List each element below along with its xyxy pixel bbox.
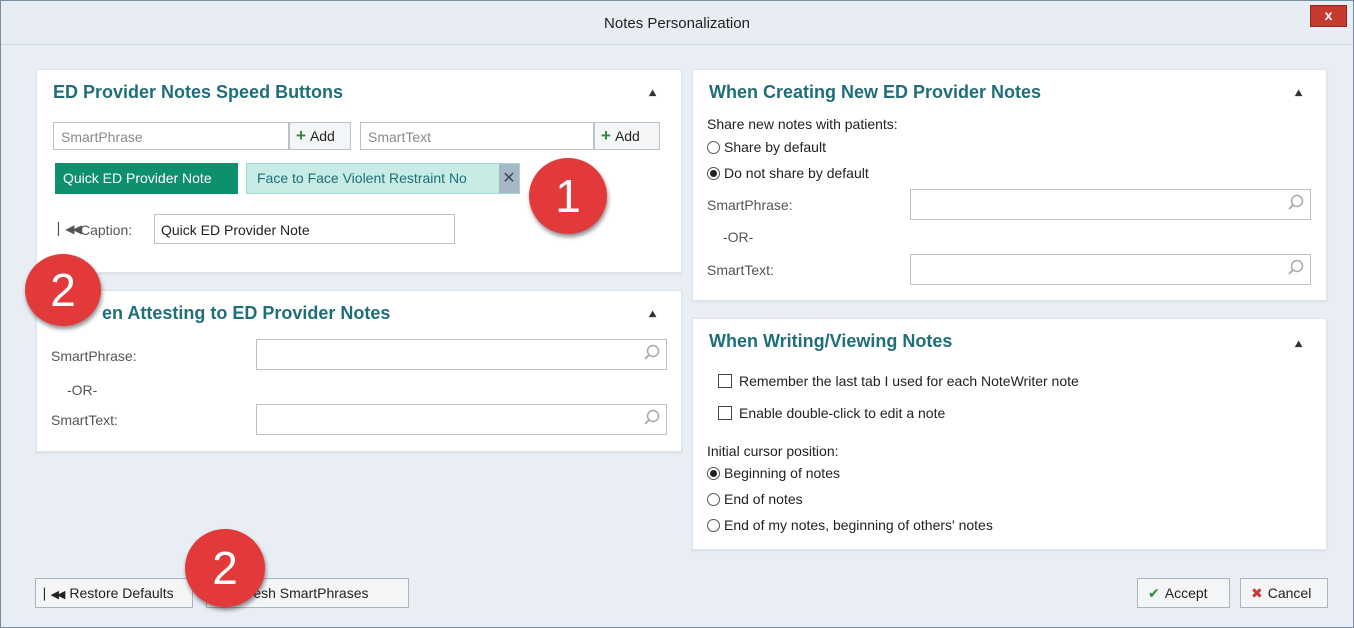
end-of-notes-radio[interactable]: [707, 493, 720, 506]
do-not-share-label[interactable]: Do not share by default: [724, 165, 869, 181]
title-bar: Notes Personalization x: [1, 1, 1353, 45]
search-icon[interactable]: [1286, 258, 1306, 278]
collapse-icon[interactable]: ⯅: [647, 307, 658, 321]
smartphrase-search-field[interactable]: [256, 339, 667, 370]
close-button[interactable]: x: [1310, 5, 1347, 27]
creating-notes-panel: When Creating New ED Provider Notes ⯅ Sh…: [692, 69, 1327, 301]
restore-defaults-button[interactable]: ▏◀◀ Restore Defaults: [35, 578, 193, 608]
remember-last-tab-label[interactable]: Remember the last tab I used for each No…: [739, 373, 1079, 389]
double-click-edit-label[interactable]: Enable double-click to edit a note: [739, 405, 945, 421]
speed-button-chip-selected[interactable]: Face to Face Violent Restraint No ✕: [246, 163, 520, 194]
end-of-my-notes-label[interactable]: End of my notes, beginning of others' no…: [724, 517, 993, 533]
accept-label: Accept: [1164, 585, 1208, 601]
add-smarttext-button[interactable]: + Add: [594, 122, 660, 150]
caption-input[interactable]: Quick ED Provider Note: [154, 214, 455, 244]
cancel-label: Cancel: [1267, 585, 1312, 601]
share-heading: Share new notes with patients:: [707, 116, 898, 132]
or-label: -OR-: [67, 382, 98, 398]
smartphrase-search-field[interactable]: [910, 189, 1311, 220]
beginning-of-notes-label[interactable]: Beginning of notes: [724, 465, 840, 481]
annotation-badge-2: 2: [25, 254, 101, 326]
smartphrase-input[interactable]: SmartPhrase: [53, 122, 289, 150]
speed-buttons-title: ED Provider Notes Speed Buttons: [53, 82, 344, 102]
restore-icon: ▏◀◀: [44, 589, 65, 601]
caption-label: Caption:: [80, 222, 133, 238]
end-of-my-notes-radio[interactable]: [707, 519, 720, 532]
plus-icon: +: [296, 126, 306, 145]
smarttext-label: SmartText:: [51, 412, 118, 428]
annotation-badge-2-bottom: 2: [185, 529, 265, 607]
add-label: Add: [309, 128, 335, 144]
smarttext-input[interactable]: SmartText: [360, 122, 594, 150]
remember-last-tab-checkbox[interactable]: [718, 374, 732, 388]
search-icon[interactable]: [642, 408, 662, 428]
chip-label: Face to Face Violent Restraint No: [257, 170, 467, 186]
share-by-default-label[interactable]: Share by default: [724, 139, 826, 155]
add-label: Add: [614, 128, 640, 144]
add-smartphrase-button[interactable]: + Add: [289, 122, 351, 150]
checkmark-icon: ✔: [1148, 585, 1160, 601]
end-of-notes-label[interactable]: End of notes: [724, 491, 803, 507]
caption-value: Quick ED Provider Note: [161, 222, 310, 238]
speed-button-chip[interactable]: Quick ED Provider Note: [55, 163, 238, 194]
or-label: -OR-: [723, 229, 754, 245]
share-by-default-radio[interactable]: [707, 141, 720, 154]
smartphrase-placeholder: SmartPhrase: [61, 129, 143, 145]
accept-button[interactable]: ✔ Accept: [1137, 578, 1230, 608]
smartphrase-label: SmartPhrase:: [51, 348, 137, 364]
smarttext-label: SmartText:: [707, 262, 774, 278]
do-not-share-radio[interactable]: [707, 167, 720, 180]
beginning-of-notes-radio[interactable]: [707, 467, 720, 480]
search-icon[interactable]: [1286, 193, 1306, 213]
notes-personalization-window: Notes Personalization x ED Provider Note…: [0, 0, 1354, 628]
plus-icon: +: [601, 126, 611, 145]
annotation-badge-1: 1: [529, 158, 607, 234]
attesting-panel: en Attesting to ED Provider Notes ⯅ Smar…: [36, 290, 682, 452]
collapse-icon[interactable]: ⯅: [647, 86, 658, 100]
smarttext-search-field[interactable]: [910, 254, 1311, 285]
cursor-heading: Initial cursor position:: [707, 443, 839, 459]
x-icon: ✖: [1251, 585, 1263, 601]
double-click-edit-checkbox[interactable]: [718, 406, 732, 420]
smartphrase-label: SmartPhrase:: [707, 197, 793, 213]
collapse-icon[interactable]: ⯅: [1293, 337, 1304, 351]
search-icon[interactable]: [642, 343, 662, 363]
creating-title: When Creating New ED Provider Notes: [709, 82, 1042, 102]
attesting-title: en Attesting to ED Provider Notes: [102, 303, 391, 323]
cancel-button[interactable]: ✖ Cancel: [1240, 578, 1328, 608]
writing-title: When Writing/Viewing Notes: [709, 331, 953, 351]
smarttext-placeholder: SmartText: [368, 129, 432, 145]
smarttext-search-field[interactable]: [256, 404, 667, 435]
writing-viewing-panel: When Writing/Viewing Notes ⯅ Remember th…: [692, 318, 1327, 550]
collapse-icon[interactable]: ⯅: [1293, 86, 1304, 100]
restore-caption-icon[interactable]: ▏◀◀: [58, 222, 82, 236]
window-title: Notes Personalization: [604, 15, 750, 32]
restore-defaults-label: Restore Defaults: [69, 585, 174, 601]
remove-chip-icon[interactable]: ✕: [499, 164, 519, 193]
